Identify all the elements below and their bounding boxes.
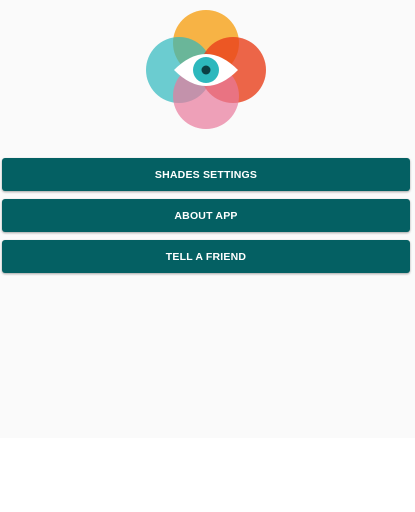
tell-a-friend-button[interactable]: TELL A FRIEND <box>2 240 410 273</box>
app-screen: SHADES SETTINGS ABOUT APP TELL A FRIEND <box>0 0 415 438</box>
shades-settings-button[interactable]: SHADES SETTINGS <box>2 158 410 191</box>
eye-shades-logo-icon <box>140 6 272 136</box>
about-app-button[interactable]: ABOUT APP <box>2 199 410 232</box>
